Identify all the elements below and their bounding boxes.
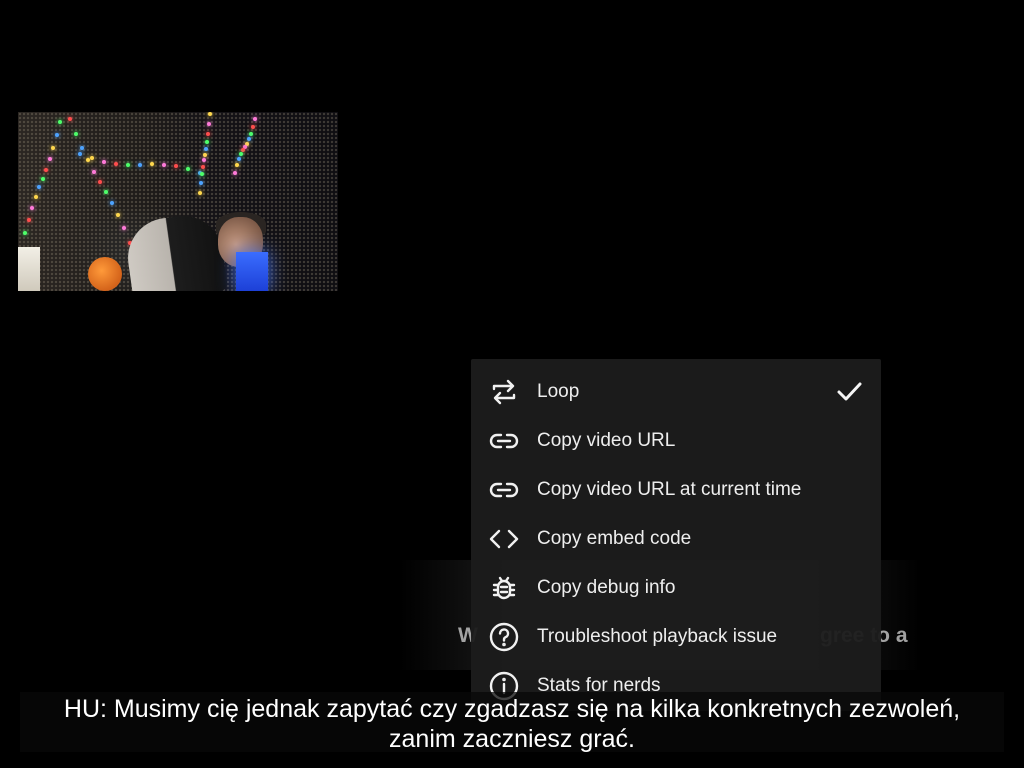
string-light-bulb <box>200 172 204 176</box>
string-light-bulb <box>33 194 38 199</box>
string-light-bulb <box>110 201 114 205</box>
string-light-bulb <box>150 162 154 167</box>
string-light-bulb <box>235 163 239 168</box>
string-light-bulb <box>251 124 255 129</box>
menu-item-loop[interactable]: Loop <box>471 367 881 416</box>
video-player[interactable]: W gree to a Loop Copy video URL Copy vid… <box>0 0 1024 768</box>
string-light-bulb <box>104 190 108 195</box>
plush-toy <box>88 257 122 291</box>
string-light-bulb <box>186 166 190 171</box>
string-light-bulb <box>114 161 118 166</box>
string-light-bulb <box>247 137 251 142</box>
string-light-bulb <box>78 152 82 156</box>
menu-item-copy-embed-code[interactable]: Copy embed code <box>471 514 881 563</box>
string-light-bulb <box>208 112 212 116</box>
string-light-bulb <box>253 117 257 121</box>
string-light-bulb <box>174 164 178 168</box>
link-icon <box>487 424 521 458</box>
subtitle-text: HU: Musimy cię jednak zapytać czy zgadza… <box>0 694 1024 754</box>
string-light-bulb <box>116 213 120 217</box>
string-light-bulb <box>204 146 208 151</box>
string-light-bulb <box>205 139 209 144</box>
string-light-bulb <box>237 157 241 161</box>
string-light-bulb <box>30 205 34 210</box>
string-light-bulb <box>47 157 52 162</box>
string-light-bulb <box>58 120 62 124</box>
string-light-bulb <box>54 133 59 138</box>
string-light-bulb <box>37 185 41 190</box>
string-light-bulb <box>44 167 48 172</box>
menu-item-copy-video-url[interactable]: Copy video URL <box>471 416 881 465</box>
subtitle-line: HU: Musimy cię jednak zapytać czy zgadza… <box>63 695 961 723</box>
string-light-bulb <box>233 170 237 175</box>
string-light-bulb <box>80 145 84 150</box>
string-light-bulb <box>126 162 130 167</box>
subtitle-line: zanim zaczniesz grać. <box>389 725 635 753</box>
menu-item-label: Copy debug info <box>537 576 676 598</box>
string-light-bulb <box>102 159 106 164</box>
loop-icon <box>487 375 521 409</box>
string-light-bulb <box>98 180 102 185</box>
menu-item-label: Copy video URL at current time <box>537 478 802 500</box>
string-light-bulb <box>92 169 96 174</box>
string-light-bulb <box>199 180 203 185</box>
string-light-bulb <box>74 131 78 136</box>
string-light-bulb <box>23 230 27 235</box>
string-light-bulb <box>68 117 72 121</box>
string-light-bulb <box>206 131 210 136</box>
menu-item-troubleshoot-playback[interactable]: Troubleshoot playback issue <box>471 612 881 661</box>
string-light-bulb <box>122 226 126 231</box>
string-light-bulb <box>201 164 205 169</box>
monitor-glow <box>236 252 268 291</box>
link-icon <box>487 473 521 507</box>
video-frame[interactable] <box>18 112 338 291</box>
string-light-bulb <box>249 131 253 136</box>
context-menu: Loop Copy video URL Copy video URL at cu… <box>471 359 881 711</box>
string-light-bulb <box>26 217 31 222</box>
string-light-bulb <box>202 158 206 163</box>
question-icon <box>487 620 521 654</box>
string-light-bulb <box>198 190 202 195</box>
string-light-bulb <box>203 152 207 157</box>
lamp <box>18 247 40 291</box>
checkmark-icon <box>835 378 863 406</box>
bug-icon <box>487 571 521 605</box>
menu-item-copy-video-url-at-time[interactable]: Copy video URL at current time <box>471 465 881 514</box>
string-light-bulb <box>207 122 211 127</box>
menu-item-copy-debug-info[interactable]: Copy debug info <box>471 563 881 612</box>
menu-item-label: Copy embed code <box>537 527 692 549</box>
menu-item-label: Copy video URL <box>537 429 676 451</box>
string-light-bulb <box>162 162 166 167</box>
string-light-bulb <box>40 176 45 181</box>
string-light-bulb <box>51 146 55 151</box>
string-light-bulb <box>239 152 243 156</box>
embed-code-icon <box>487 522 521 556</box>
menu-item-label: Loop <box>537 380 580 402</box>
string-light-bulb <box>138 162 142 167</box>
string-light-bulb <box>90 156 94 161</box>
menu-item-label: Troubleshoot playback issue <box>537 625 778 647</box>
